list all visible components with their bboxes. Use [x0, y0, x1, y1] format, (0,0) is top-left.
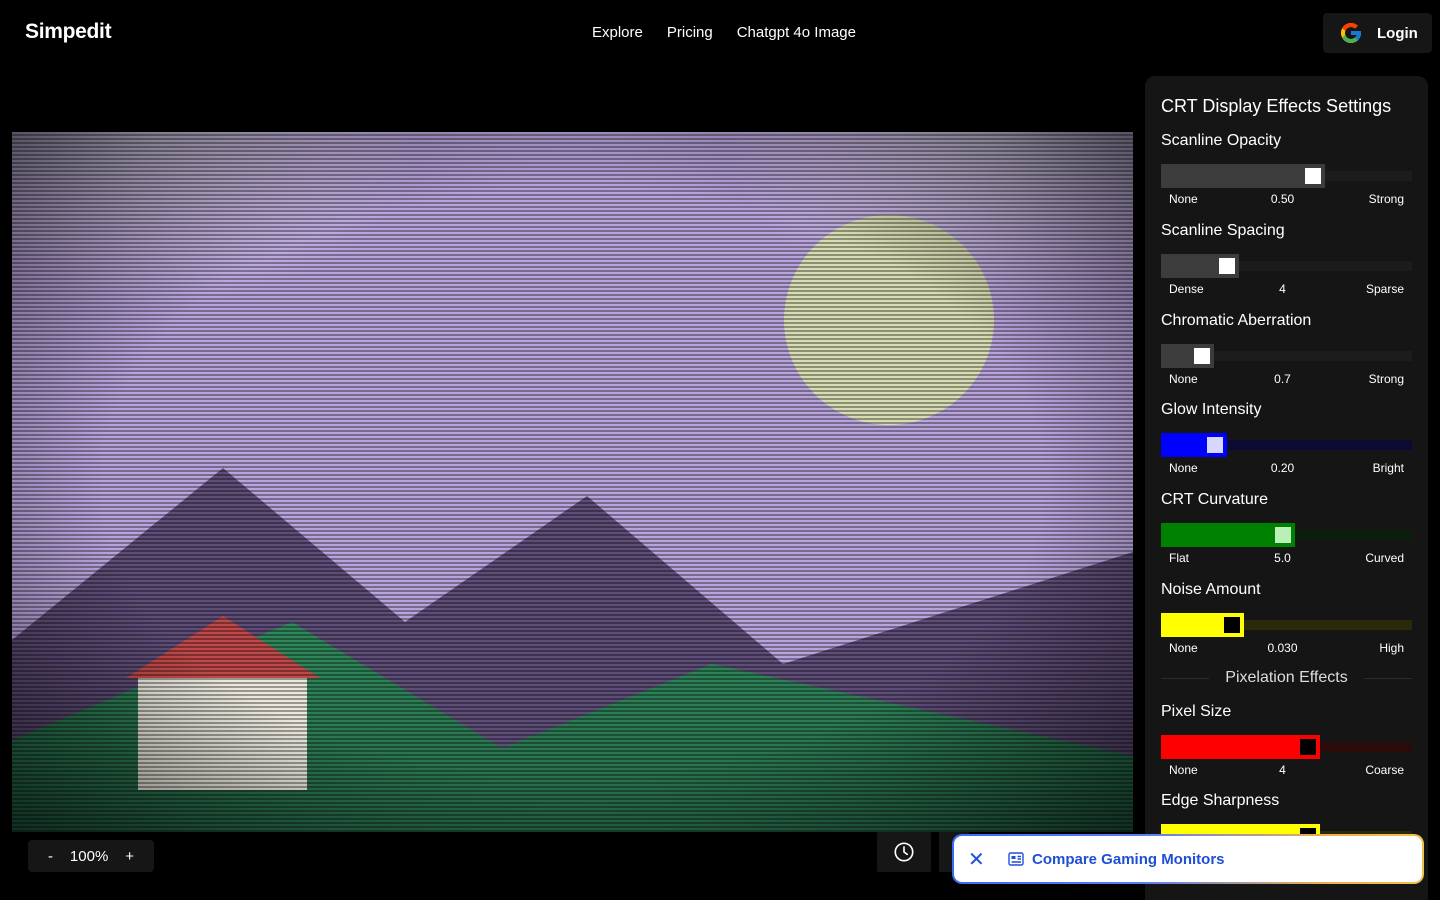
- setting-label: Edge Sharpness: [1161, 792, 1280, 809]
- slider-thumb[interactable]: [1207, 437, 1223, 453]
- compare-gaming-monitors-link[interactable]: Compare Gaming Monitors: [1032, 851, 1225, 868]
- setting-label: Pixel Size: [1161, 703, 1232, 720]
- history-button[interactable]: [877, 832, 931, 872]
- slider-max-label: Strong: [1368, 372, 1404, 386]
- image-canvas[interactable]: [12, 132, 1133, 832]
- setting-scanline-spacing: Scanline Spacing Dense 4 Sparse: [1161, 222, 1412, 298]
- slider-max-label: Strong: [1368, 192, 1404, 206]
- zoom-out-button[interactable]: -: [48, 848, 53, 865]
- setting-slider[interactable]: [1161, 735, 1412, 759]
- slider-thumb[interactable]: [1224, 617, 1240, 633]
- nav-explore[interactable]: Explore: [592, 24, 643, 41]
- slider-max-label: Curved: [1365, 551, 1404, 565]
- panel-title: CRT Display Effects Settings: [1161, 96, 1392, 116]
- clock-icon: [894, 842, 914, 862]
- slider-max-label: High: [1379, 641, 1404, 655]
- nav-chatgpt-4o-image[interactable]: Chatgpt 4o Image: [737, 24, 856, 41]
- app-logo[interactable]: Simpedit: [25, 20, 112, 44]
- login-button[interactable]: Login: [1323, 13, 1432, 53]
- login-label: Login: [1377, 24, 1418, 42]
- setting-chromatic-aberration: Chromatic Aberration None 0.7 Strong: [1161, 312, 1412, 388]
- nav-pricing[interactable]: Pricing: [667, 24, 713, 41]
- setting-noise-amount: Noise Amount None 0.030 High: [1161, 581, 1412, 657]
- crt-settings-panel: CRT Display Effects Settings Scanline Op…: [1145, 76, 1428, 900]
- crt-preview-image: [12, 132, 1133, 832]
- setting-slider[interactable]: [1161, 433, 1412, 457]
- slider-thumb[interactable]: [1305, 168, 1321, 184]
- google-g-icon: [1341, 23, 1361, 43]
- setting-slider[interactable]: [1161, 344, 1412, 368]
- setting-slider[interactable]: [1161, 613, 1412, 637]
- slider-scale: Flat 5.0 Curved: [1161, 551, 1412, 567]
- top-bar: Simpedit Explore Pricing Chatgpt 4o Imag…: [0, 0, 1440, 66]
- slider-thumb[interactable]: [1275, 527, 1291, 543]
- section-divider: Pixelation Effects: [1161, 668, 1412, 688]
- setting-label: CRT Curvature: [1161, 491, 1268, 508]
- zoom-in-button[interactable]: +: [125, 848, 134, 865]
- slider-max-label: Sparse: [1365, 282, 1404, 296]
- main-nav: Explore Pricing Chatgpt 4o Image: [592, 24, 856, 41]
- close-icon[interactable]: ✕: [968, 847, 986, 872]
- setting-glow-intensity: Glow Intensity None 0.20 Bright: [1161, 401, 1412, 477]
- setting-pixel-size: Pixel Size None 4 Coarse: [1161, 703, 1412, 779]
- slider-value: 0.030: [1267, 641, 1298, 655]
- slider-scale: None 0.50 Strong: [1161, 192, 1412, 208]
- zoom-level: 100%: [69, 847, 109, 865]
- setting-label: Noise Amount: [1161, 581, 1261, 598]
- slider-thumb[interactable]: [1300, 739, 1316, 755]
- section-divider-label: Pixelation Effects: [1225, 669, 1348, 686]
- slider-scale: None 0.20 Bright: [1161, 461, 1412, 477]
- zoom-control: - 100% +: [28, 840, 154, 872]
- promo-popup: ✕ Compare Gaming Monitors: [952, 834, 1424, 884]
- newspaper-icon: [1008, 852, 1024, 866]
- slider-max-label: Bright: [1372, 461, 1404, 475]
- slider-scale: Dense 4 Sparse: [1161, 282, 1412, 298]
- slider-scale: None 0.030 High: [1161, 641, 1412, 657]
- setting-label: Scanline Opacity: [1161, 132, 1282, 149]
- slider-thumb[interactable]: [1194, 348, 1210, 364]
- setting-scanline-opacity: Scanline Opacity None 0.50 Strong: [1161, 132, 1412, 208]
- slider-scale: None 0.7 Strong: [1161, 372, 1412, 388]
- slider-max-label: Coarse: [1365, 763, 1404, 777]
- setting-slider[interactable]: [1161, 523, 1412, 547]
- slider-fill: [1161, 735, 1320, 759]
- slider-value: 0.20: [1270, 461, 1295, 475]
- setting-label: Chromatic Aberration: [1161, 312, 1312, 329]
- setting-label: Scanline Spacing: [1161, 222, 1285, 239]
- setting-slider[interactable]: [1161, 164, 1412, 188]
- setting-crt-curvature: CRT Curvature Flat 5.0 Curved: [1161, 491, 1412, 567]
- setting-label: Glow Intensity: [1161, 401, 1262, 418]
- slider-fill: [1161, 164, 1325, 188]
- slider-scale: None 4 Coarse: [1161, 763, 1412, 779]
- setting-slider[interactable]: [1161, 254, 1412, 278]
- slider-thumb[interactable]: [1219, 258, 1235, 274]
